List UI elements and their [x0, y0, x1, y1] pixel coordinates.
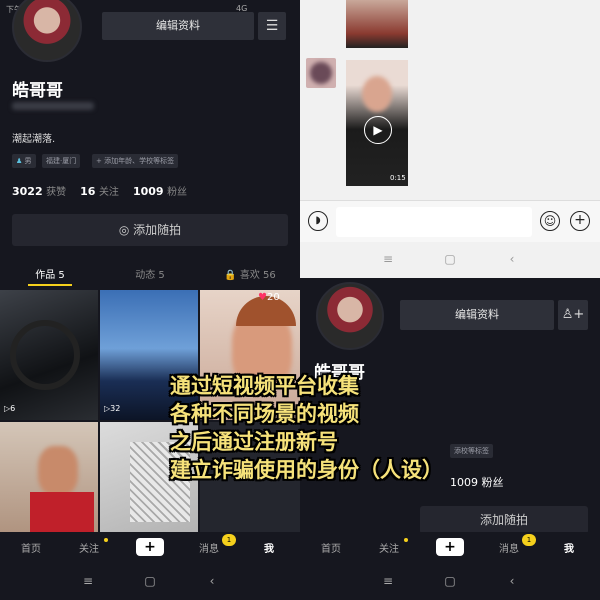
likes-count: 3022	[12, 185, 43, 198]
person-icon: ♟	[16, 157, 23, 165]
add-friend-icon[interactable]: ♙+	[558, 300, 588, 330]
tag-gender[interactable]: ♟ 男	[12, 154, 36, 168]
steering-wheel-image	[10, 320, 80, 390]
messages-badge: 1	[522, 534, 536, 546]
lock-icon: 🔒	[224, 270, 237, 281]
following-dot	[404, 538, 408, 542]
tab-works[interactable]: 作品 5	[0, 266, 100, 281]
fans-count[interactable]: 1009	[133, 185, 164, 198]
likes-label: 获赞	[46, 187, 67, 198]
avatar[interactable]	[316, 282, 384, 350]
menu-icon[interactable]: ☰	[258, 12, 286, 40]
caption-line-3: 之后通过注册新号	[170, 430, 338, 454]
chat-panel: ▶ 0:15 ◗ ☺ + ≡ ▢ ‹	[300, 0, 600, 278]
video-thumbnail-1[interactable]: ▷6	[0, 290, 98, 420]
tab-likes[interactable]: 🔒 喜欢 56	[200, 266, 300, 281]
tag-location[interactable]: 福建·厦门	[42, 154, 81, 168]
bio: 潮起潮落.	[12, 134, 56, 145]
nav-following[interactable]: 关注	[66, 540, 112, 555]
avatar[interactable]	[12, 0, 82, 62]
nav-following[interactable]: 关注	[366, 540, 412, 555]
sender-avatar[interactable]	[306, 58, 336, 88]
back-icon[interactable]: ‹	[502, 574, 522, 588]
messages-badge: 1	[222, 534, 236, 546]
play-icon[interactable]: ▶	[364, 116, 392, 144]
camera-icon: ◎	[118, 223, 130, 237]
face-image	[362, 76, 392, 112]
home-icon[interactable]: ▢	[140, 574, 160, 588]
create-button[interactable]: +	[136, 538, 164, 556]
stats-row: 3022 获赞 16 关注 1009 粉丝	[12, 183, 187, 198]
back-icon[interactable]: ‹	[502, 252, 522, 266]
video-message-thumbnail-1[interactable]	[346, 0, 408, 48]
nav-me[interactable]: 我	[246, 540, 292, 555]
chat-input-bar: ◗ ☺ +	[300, 200, 600, 242]
edit-profile-button[interactable]: 编辑资料	[400, 300, 554, 330]
nav-home[interactable]: 首页	[308, 540, 354, 555]
add-icon[interactable]: +	[570, 211, 590, 231]
face-image	[38, 446, 78, 496]
menu-icon[interactable]: ≡	[378, 252, 398, 266]
add-post-button[interactable]: ◎ 添加随拍	[12, 214, 288, 246]
nav-me[interactable]: 我	[546, 540, 592, 555]
create-button[interactable]: +	[436, 538, 464, 556]
message-input[interactable]	[336, 207, 532, 237]
following-label[interactable]: 关注	[99, 187, 119, 198]
caption-line-2: 各种不同场景的视频	[170, 402, 359, 426]
heart-icon: ♥	[258, 292, 267, 303]
caption-overlay: 通过短视频平台收集 各种不同场景的视频 之后通过注册新号 建立诈骗使用的身份（人…	[170, 372, 443, 484]
fans-label[interactable]: 粉丝	[167, 187, 187, 198]
caption-line-4: 建立诈骗使用的身份（人设）	[170, 458, 443, 482]
video-message-thumbnail-2[interactable]: ▶ 0:15	[346, 60, 408, 186]
edit-profile-button[interactable]: 编辑资料	[102, 12, 254, 40]
profile-panel-left: 下午2:03 4G 编辑资料 ☰ 皓哥哥 潮起潮落. ♟ 男 福建·厦门 + 添…	[0, 0, 300, 600]
shirt-image	[30, 492, 94, 532]
tab-dynamics[interactable]: 动态 5	[100, 266, 200, 281]
fans-stat[interactable]: 1009 粉丝	[450, 474, 504, 490]
heart-count: ♥20	[258, 292, 280, 303]
voice-icon[interactable]: ◗	[308, 211, 328, 231]
video-duration: 0:15	[390, 174, 406, 182]
home-icon[interactable]: ▢	[440, 252, 460, 266]
following-dot	[104, 538, 108, 542]
tab-underline	[28, 284, 72, 286]
tag-add[interactable]: 添校等标签	[450, 444, 493, 458]
bottom-nav: 首页 关注 + 消息 1 我	[300, 532, 600, 562]
emoji-icon[interactable]: ☺	[540, 211, 560, 231]
view-count: ▷32	[104, 404, 121, 413]
menu-icon[interactable]: ≡	[378, 574, 398, 588]
back-icon[interactable]: ‹	[202, 574, 222, 588]
video-thumbnail-4[interactable]	[0, 422, 98, 532]
home-icon[interactable]: ▢	[440, 574, 460, 588]
menu-icon[interactable]: ≡	[78, 574, 98, 588]
view-count: ▷6	[4, 404, 16, 413]
username: 皓哥哥	[12, 81, 63, 101]
following-count[interactable]: 16	[80, 185, 95, 198]
bottom-nav: 首页 关注 + 消息 1 我	[0, 532, 300, 562]
caption-line-1: 通过短视频平台收集	[170, 374, 359, 398]
add-post-button[interactable]: 添加随拍	[420, 506, 588, 534]
nav-home[interactable]: 首页	[8, 540, 54, 555]
user-id-blurred	[12, 102, 94, 110]
tag-add[interactable]: + 添加年龄、学校等标签	[92, 154, 179, 168]
